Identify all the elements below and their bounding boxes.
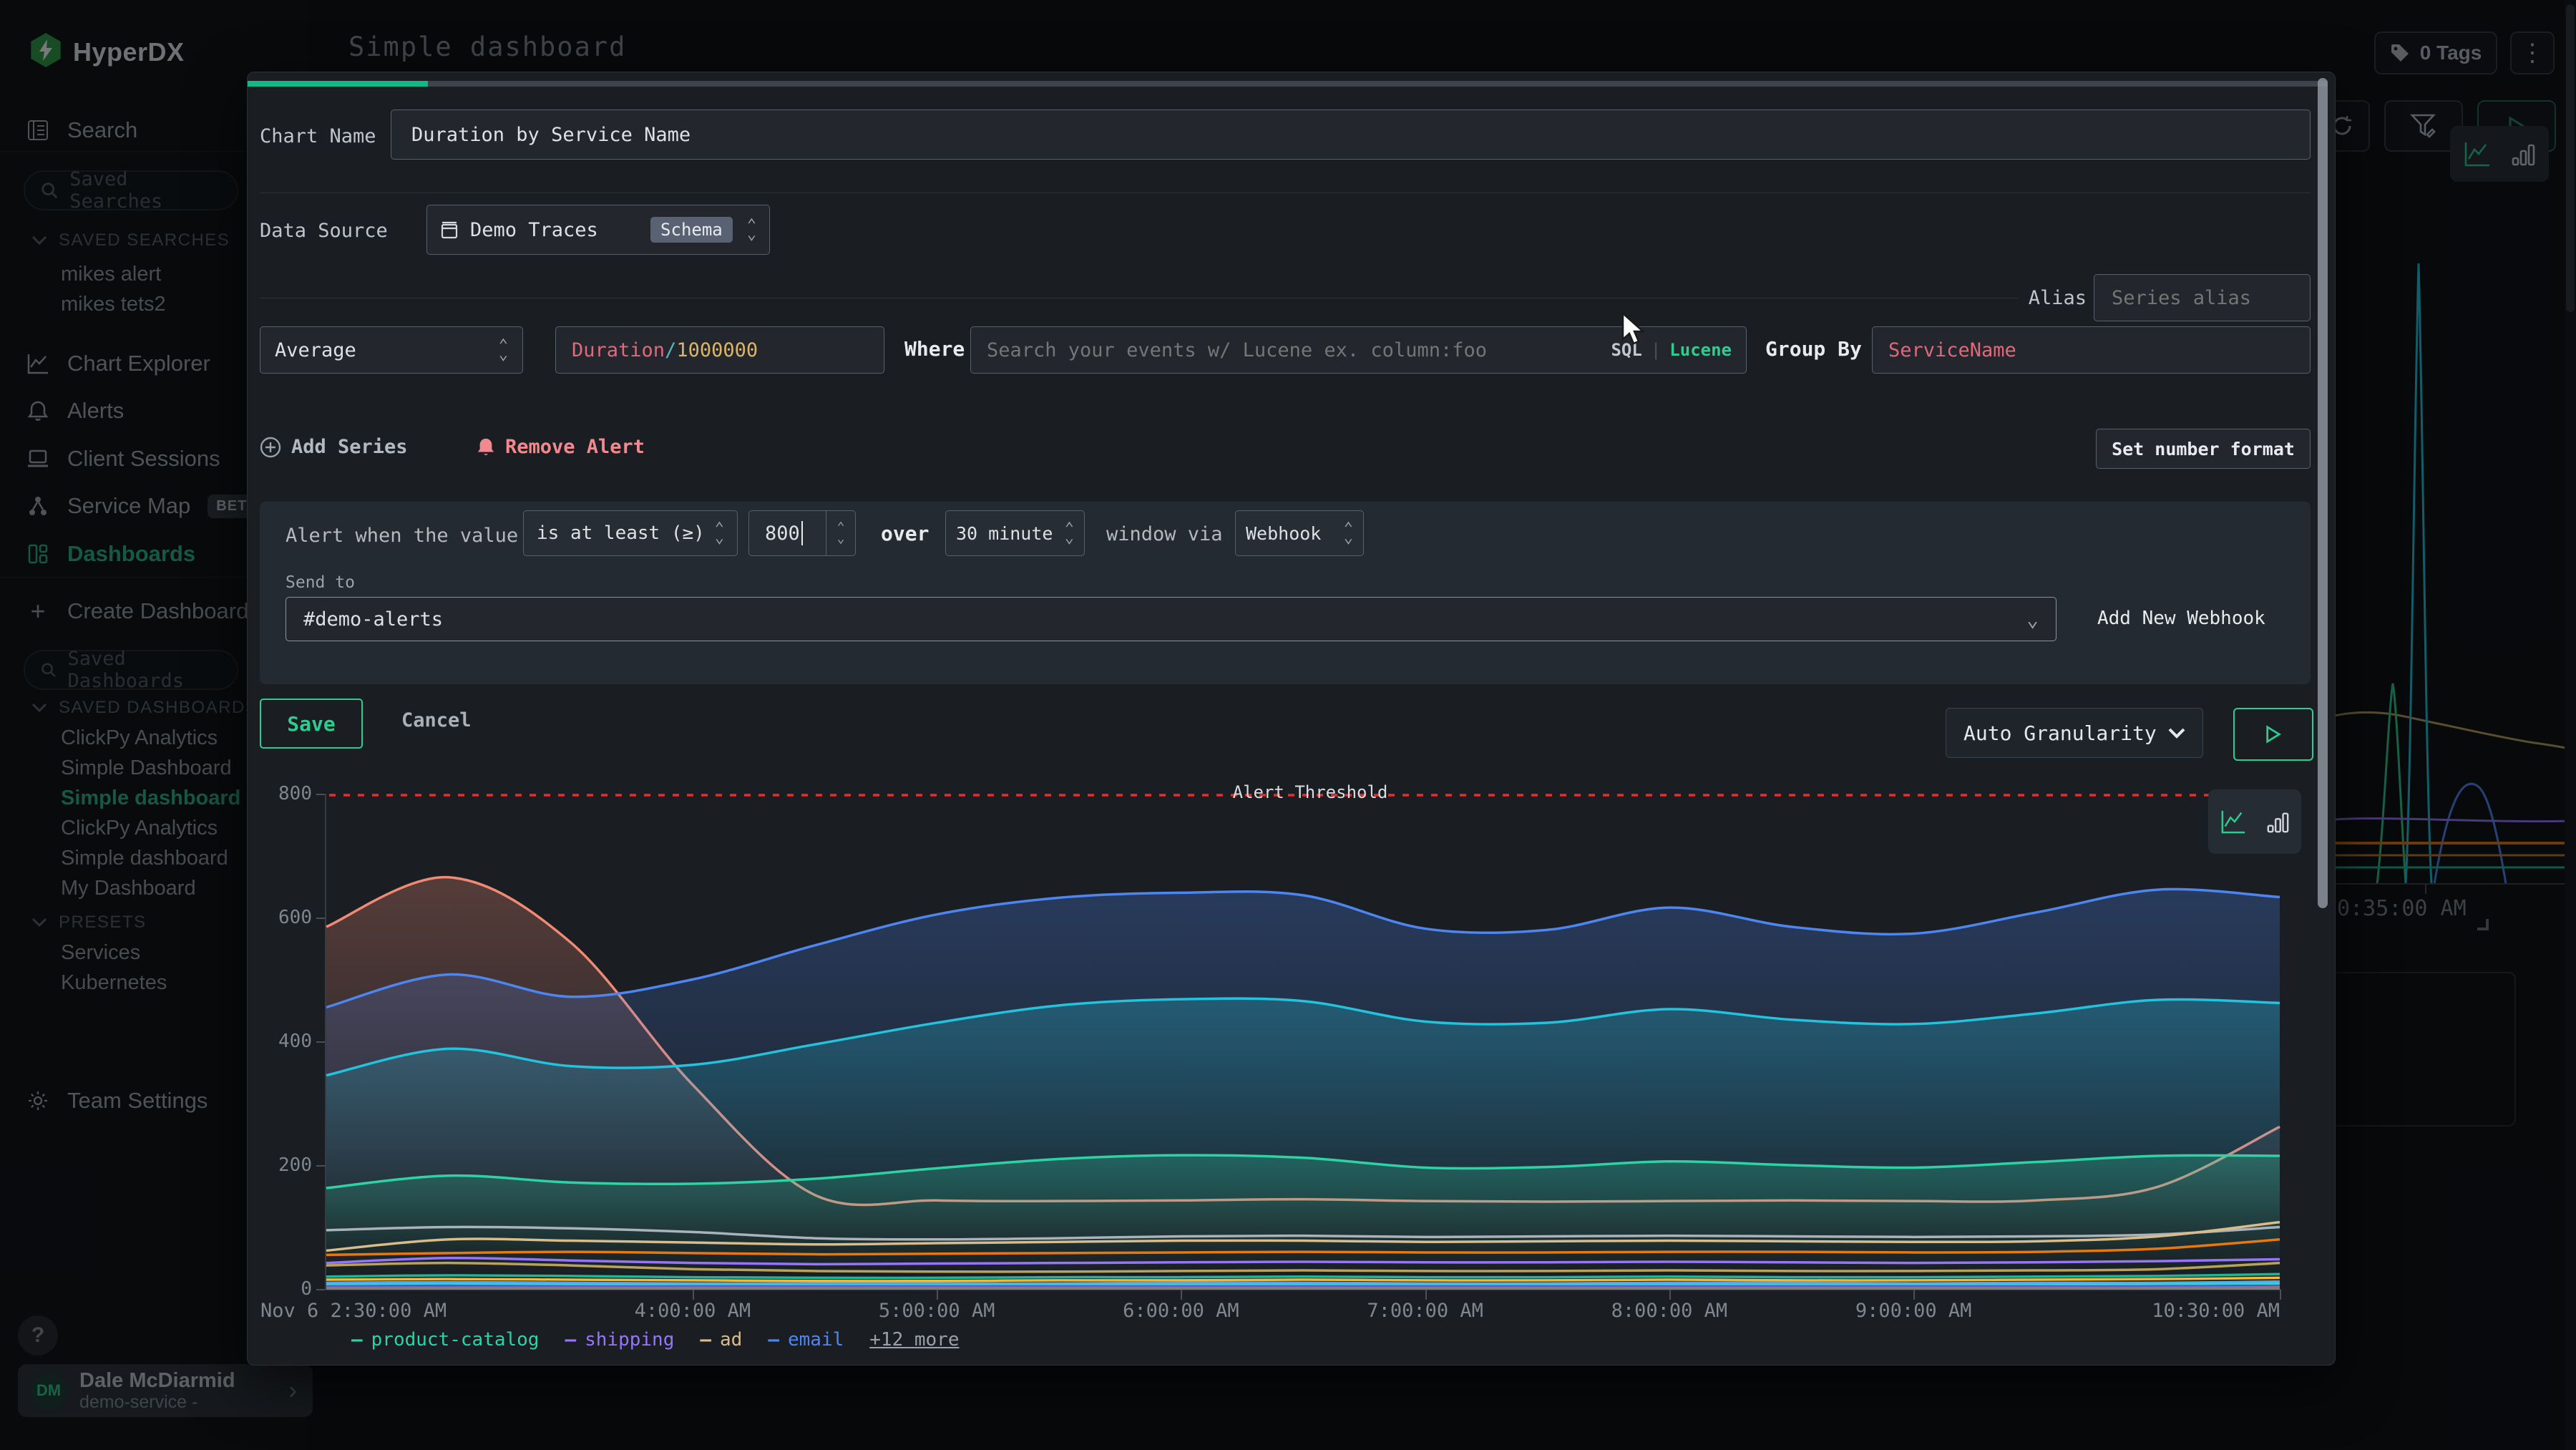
bar-chart-icon [2265, 809, 2290, 834]
webhook-select[interactable]: #demo-alerts ⌄ [286, 597, 2057, 641]
chart-type-toggle[interactable] [2208, 789, 2301, 854]
line-chart-icon [2220, 809, 2247, 835]
alert-threshold-field[interactable]: 800 ⌃⌄ [748, 510, 856, 556]
window-via-label: window via [1106, 523, 1223, 545]
alert-threshold-label: Alert Threshold [1167, 782, 1453, 802]
toggle-divider: | [1651, 340, 1661, 360]
expr-op: / [665, 339, 676, 361]
save-button[interactable]: Save [260, 699, 363, 749]
x-tick-label: 6:00:00 AM [1123, 1300, 1239, 1322]
legend-more-link[interactable]: +12 more [869, 1329, 959, 1351]
alert-channel-select[interactable]: Webhook ⌃⌄ [1235, 510, 1364, 556]
legend-item[interactable]: —product-catalog [351, 1329, 539, 1351]
x-tick-label: 8:00:00 AM [1611, 1300, 1728, 1322]
select-chevrons-icon: ⌃⌄ [747, 220, 756, 239]
group-by-label: Group By [1765, 337, 1862, 361]
chevron-down-icon [2168, 728, 2185, 739]
modal-accent-bar [248, 81, 428, 87]
cancel-button[interactable]: Cancel [401, 709, 472, 731]
aggregation-value: Average [275, 339, 356, 361]
y-tick-label: 400 [248, 1031, 312, 1052]
series-line [326, 1286, 2280, 1287]
chevron-down-icon: ⌄ [2026, 608, 2039, 631]
x-tick-label: 4:00:00 AM [635, 1300, 751, 1322]
alert-prefix-label: Alert when the value [286, 525, 518, 547]
chart-name-label: Chart Name [260, 125, 376, 147]
select-chevrons-icon: ⌃⌄ [715, 524, 724, 542]
database-icon [440, 220, 459, 240]
expr-divisor: 1000000 [676, 339, 758, 361]
run-chart-button[interactable] [2233, 708, 2313, 761]
x-tick-label: 9:00:00 AM [1855, 1300, 1972, 1322]
expr-field: Duration [572, 339, 665, 361]
duration-line-chart[interactable] [326, 794, 2280, 1289]
schema-badge[interactable]: Schema [650, 217, 733, 243]
series-line [326, 1282, 2280, 1284]
alert-threshold-value: 800 [765, 522, 800, 545]
lucene-toggle[interactable]: Lucene [1669, 340, 1732, 360]
mouse-cursor [1619, 312, 1650, 349]
x-tick-label: 7:00:00 AM [1367, 1300, 1483, 1322]
modal-scrollbar-thumb[interactable] [2318, 78, 2328, 908]
chart-name-input[interactable] [410, 123, 2291, 147]
chart-legend: —product-catalog —shipping —ad —email +12 mo… [351, 1329, 960, 1351]
legend-item[interactable]: —email [768, 1329, 844, 1351]
edit-chart-modal: Chart Name Data Source Demo Traces Schem… [247, 72, 2336, 1366]
send-to-label: Send to [286, 573, 355, 592]
app-root: HyperDX Search Saved Searches SAVED SEAR… [0, 0, 2576, 1450]
add-new-webhook-button[interactable]: Add New Webhook [2097, 608, 2265, 629]
alert-operator-select[interactable]: is at least (≥) ⌃⌄ [523, 510, 738, 556]
text-caret [801, 521, 803, 545]
y-tick-label: 600 [248, 907, 312, 928]
granularity-select[interactable]: Auto Granularity [1946, 708, 2203, 758]
over-label: over [881, 522, 929, 545]
select-chevrons-icon: ⌃⌄ [1344, 524, 1353, 542]
data-source-label: Data Source [260, 220, 388, 242]
legend-item[interactable]: —ad [700, 1329, 742, 1351]
set-number-format-button[interactable]: Set number format [2096, 429, 2311, 469]
alert-window-select[interactable]: 30 minute ⌃⌄ [945, 510, 1085, 556]
y-tick-label: 800 [248, 783, 312, 804]
select-chevrons-icon: ⌃⌄ [1065, 524, 1074, 542]
series-line [326, 1283, 2280, 1285]
aggregation-select[interactable]: Average ⌃⌄ [260, 326, 523, 374]
group-by-value: ServiceName [1888, 339, 2016, 361]
alias-label: Alias [2008, 287, 2087, 309]
number-spinner[interactable]: ⌃⌄ [826, 511, 855, 555]
remove-alert-button[interactable]: Remove Alert [477, 436, 645, 458]
x-tick-label: 10:30:00 AM [2152, 1300, 2280, 1322]
legend-item[interactable]: —shipping [565, 1329, 674, 1351]
alias-field[interactable] [2094, 274, 2311, 321]
y-tick-label: 200 [248, 1154, 312, 1176]
y-tick-label: 0 [248, 1278, 312, 1300]
group-by-field[interactable]: ServiceName [1872, 326, 2311, 374]
where-search-input[interactable] [985, 339, 1611, 362]
select-chevrons-icon: ⌃⌄ [499, 341, 508, 359]
circle-plus-icon [260, 437, 281, 458]
modal-accent-bar-track [428, 81, 2328, 87]
chart-name-field[interactable] [391, 110, 2311, 160]
field-expression-input[interactable]: Duration/1000000 [555, 326, 884, 374]
x-tick-label: Nov 6 2:30:00 AM [260, 1300, 447, 1322]
where-label: Where [904, 337, 965, 361]
alert-config-panel: Alert when the value is at least (≥) ⌃⌄ … [260, 502, 2311, 684]
x-tick-label: 5:00:00 AM [879, 1300, 995, 1322]
alert-bell-icon [477, 437, 495, 458]
data-source-select[interactable]: Demo Traces Schema ⌃⌄ [426, 205, 770, 255]
data-source-value: Demo Traces [470, 219, 598, 241]
alias-input[interactable] [2110, 286, 2294, 310]
add-series-button[interactable]: Add Series [260, 436, 408, 458]
play-icon [2265, 725, 2282, 744]
